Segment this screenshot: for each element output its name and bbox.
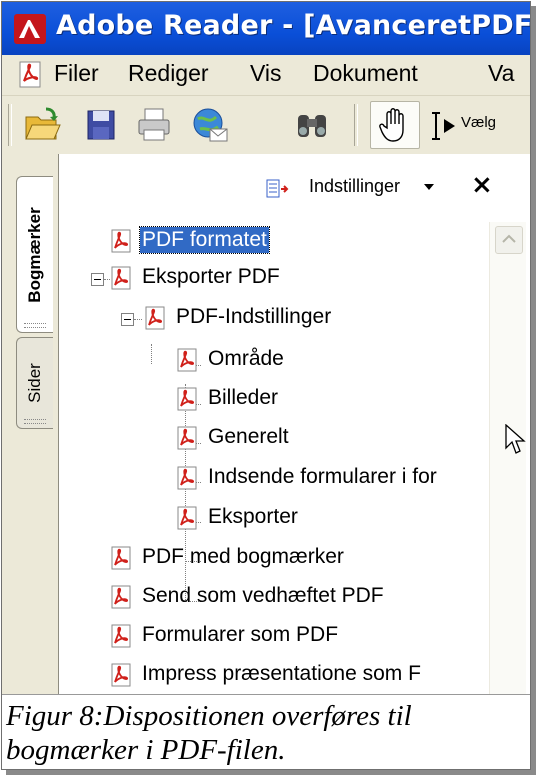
bookmark-label: Eksporter PDF (142, 265, 280, 288)
pdf-bookmark-icon (177, 466, 197, 490)
search-icon[interactable] (292, 105, 332, 145)
print-icon[interactable] (134, 105, 174, 145)
pdf-bookmark-icon (111, 585, 131, 609)
bookmark-label: Send som vedhæftet PDF (142, 584, 384, 607)
chevron-down-icon[interactable] (424, 184, 434, 190)
menu-file[interactable]: Filer (54, 60, 99, 87)
vertical-scrollbar[interactable] (489, 222, 526, 694)
hand-tool-icon (379, 108, 404, 142)
pdf-bookmark-icon (145, 306, 165, 330)
tab-pages-label: Sider (25, 363, 44, 403)
bookmark-label: Generelt (208, 425, 289, 448)
navigation-tabs: Bogmærker Sider (2, 154, 58, 694)
close-icon[interactable]: × (471, 170, 493, 200)
email-icon[interactable] (190, 105, 230, 145)
select-text-tool[interactable]: Vælg (428, 110, 530, 142)
bookmark-label: Eksporter (208, 505, 298, 528)
options-menu-button[interactable]: Indstillinger (309, 176, 400, 197)
select-text-icon (432, 112, 455, 140)
hand-tool-button[interactable] (370, 101, 420, 149)
menu-edit[interactable]: Rediger (128, 60, 209, 87)
pdf-bookmark-icon (177, 426, 197, 450)
tab-bookmarks-label: Bogmærker (25, 206, 44, 303)
pdf-bookmark-icon (111, 229, 131, 253)
toolbar-separator (354, 104, 358, 146)
options-icon[interactable] (265, 179, 289, 199)
scroll-up-button[interactable] (495, 226, 523, 254)
bookmarks-panel-header: Indstillinger × (59, 154, 530, 222)
app-window: Adobe Reader - [AvanceretPDF.pd Filer Re… (1, 1, 531, 770)
menu-bar: Filer Rediger Vis Dokument Va (2, 55, 530, 96)
figure-caption: Figur 8:Dispositionen overføres til bogm… (2, 694, 530, 769)
bookmark-label: PDF med bogmærker (142, 545, 344, 568)
bookmark-label: Formularer som PDF (142, 623, 339, 646)
pdf-bookmark-icon (111, 546, 131, 570)
bookmark-label: Impress præsentatione som F (142, 662, 421, 685)
bookmark-label: PDF-Indstillinger (176, 305, 332, 328)
save-icon[interactable] (80, 105, 120, 145)
bookmark-item[interactable]: Indsende formularer i for (175, 460, 489, 498)
tab-pages[interactable]: Sider (16, 337, 53, 429)
toolbar-grip (8, 104, 12, 146)
tab-grip (24, 419, 46, 424)
bookmarks-panel: Indstillinger × PDF formatet Eksporter P… (58, 154, 530, 694)
toolbar: Vælg (2, 96, 530, 154)
menu-document[interactable]: Dokument (313, 60, 418, 87)
collapse-icon[interactable] (121, 313, 134, 326)
pdf-bookmark-icon (111, 663, 131, 687)
pdf-bookmark-icon (177, 348, 197, 372)
window-title: Adobe Reader - [AvanceretPDF.pd (56, 10, 531, 41)
bookmark-label: Indsende formularer i for (208, 465, 437, 488)
title-bar[interactable]: Adobe Reader - [AvanceretPDF.pd (2, 2, 530, 55)
collapse-icon[interactable] (91, 273, 104, 286)
pdf-bookmark-icon (177, 506, 197, 530)
document-menu-icon[interactable] (18, 61, 44, 89)
bookmark-label: PDF formatet (139, 226, 270, 254)
bookmark-label: Billeder (208, 386, 279, 409)
tab-grip (24, 323, 46, 328)
tree-line (134, 319, 142, 320)
menu-more[interactable]: Va (488, 60, 514, 87)
select-tool-label: Vælg (461, 114, 497, 131)
tab-bookmarks[interactable]: Bogmærker (16, 176, 53, 333)
chevron-up-icon (502, 234, 516, 243)
menu-view[interactable]: Vis (250, 60, 282, 87)
bookmark-item[interactable]: Impress præsentatione som F (109, 657, 489, 695)
bookmark-label: Område (208, 347, 284, 370)
bookmark-tree: PDF formatet Eksporter PDF PDF-Indstilli… (59, 222, 489, 694)
mouse-pointer-icon (505, 424, 526, 454)
pdf-bookmark-icon (177, 387, 197, 411)
pdf-bookmark-icon (111, 624, 131, 648)
pdf-bookmark-icon (111, 266, 131, 290)
adobe-reader-icon (14, 14, 46, 44)
open-icon[interactable] (22, 105, 62, 145)
caption-text: Figur 8:Dispositionen overføres til bogm… (6, 700, 412, 766)
tree-line (151, 344, 152, 364)
